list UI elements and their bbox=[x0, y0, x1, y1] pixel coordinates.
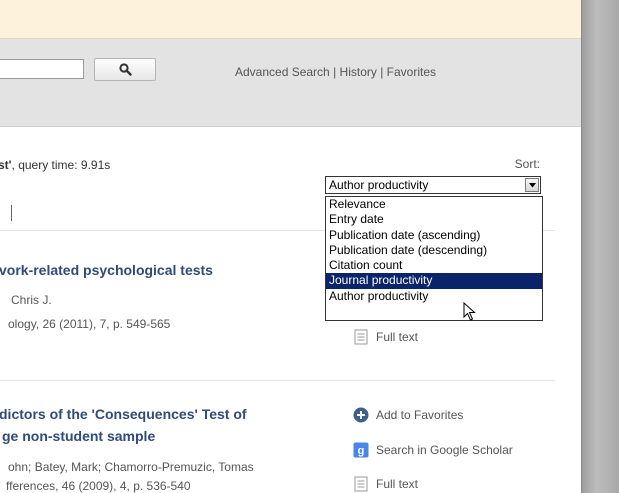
result-title-line2[interactable]: ge non-student sample bbox=[2, 428, 155, 444]
result-authors: ohn; Batey, Mark; Chamorro-Premuzic, Tom… bbox=[8, 460, 254, 474]
document-icon bbox=[352, 328, 369, 345]
sort-option[interactable]: Citation count bbox=[326, 258, 542, 273]
full-text-label: Full text bbox=[376, 476, 419, 491]
plus-circle-icon bbox=[352, 406, 369, 423]
sort-option-highlighted[interactable]: Journal productivity bbox=[326, 273, 542, 289]
top-links: Advanced Search | History | Favorites bbox=[235, 65, 436, 79]
query-term: st' bbox=[0, 158, 12, 172]
result-title[interactable]: vork-related psychological tests bbox=[0, 262, 213, 278]
search-bar bbox=[0, 39, 581, 127]
search-input[interactable] bbox=[0, 59, 84, 79]
page-frame: Advanced Search | History | Favorites st… bbox=[0, 0, 582, 493]
full-text-link[interactable]: Full text bbox=[352, 328, 418, 345]
sort-select[interactable]: Author productivity bbox=[325, 176, 541, 194]
query-info: st', query time: 9.91s bbox=[0, 158, 110, 172]
full-text-link[interactable]: Full text bbox=[352, 475, 418, 492]
result-authors: Chris J. bbox=[11, 293, 52, 307]
search-button[interactable] bbox=[94, 58, 156, 81]
result-separator bbox=[0, 380, 555, 381]
google-scholar-icon: g bbox=[352, 441, 369, 458]
add-to-favorites-link[interactable]: Add to Favorites bbox=[352, 406, 463, 423]
history-link[interactable]: History bbox=[340, 65, 377, 79]
add-to-favorites-label: Add to Favorites bbox=[376, 407, 464, 422]
sort-selected-value: Author productivity bbox=[329, 178, 429, 192]
full-text-label: Full text bbox=[376, 329, 419, 344]
search-icon bbox=[118, 63, 132, 76]
svg-text:g: g bbox=[357, 445, 364, 457]
sort-options-list: Relevance Entry date Publication date (a… bbox=[325, 196, 543, 321]
favorites-link[interactable]: Favorites bbox=[387, 65, 436, 79]
result-source: fferences, 46 (2009), 4, p. 536-540 bbox=[6, 479, 191, 493]
window-side-panel bbox=[582, 0, 619, 493]
sort-option[interactable]: Relevance bbox=[326, 197, 542, 212]
dropdown-arrow-icon[interactable] bbox=[525, 178, 539, 192]
divider bbox=[11, 205, 12, 221]
result-source: ology, 26 (2011), 7, p. 549-565 bbox=[8, 317, 171, 331]
google-scholar-label: Search in Google Scholar bbox=[376, 442, 513, 457]
google-scholar-link[interactable]: g Search in Google Scholar bbox=[352, 441, 513, 458]
sort-option[interactable]: Publication date (descending) bbox=[326, 243, 542, 258]
query-time: , query time: 9.91s bbox=[11, 158, 111, 172]
link-separator: | bbox=[329, 65, 340, 79]
sort-option[interactable]: Entry date bbox=[326, 212, 542, 227]
sort-label: Sort: bbox=[514, 157, 540, 171]
sort-option[interactable]: Author productivity bbox=[326, 289, 542, 304]
header-band bbox=[0, 0, 581, 39]
mouse-pointer-icon bbox=[463, 302, 476, 321]
advanced-search-link[interactable]: Advanced Search bbox=[235, 65, 330, 79]
document-icon bbox=[352, 475, 369, 492]
sort-option[interactable]: Publication date (ascending) bbox=[326, 228, 542, 243]
result-title[interactable]: dictors of the 'Consequences' Test of bbox=[0, 406, 247, 422]
link-separator: | bbox=[376, 65, 387, 79]
